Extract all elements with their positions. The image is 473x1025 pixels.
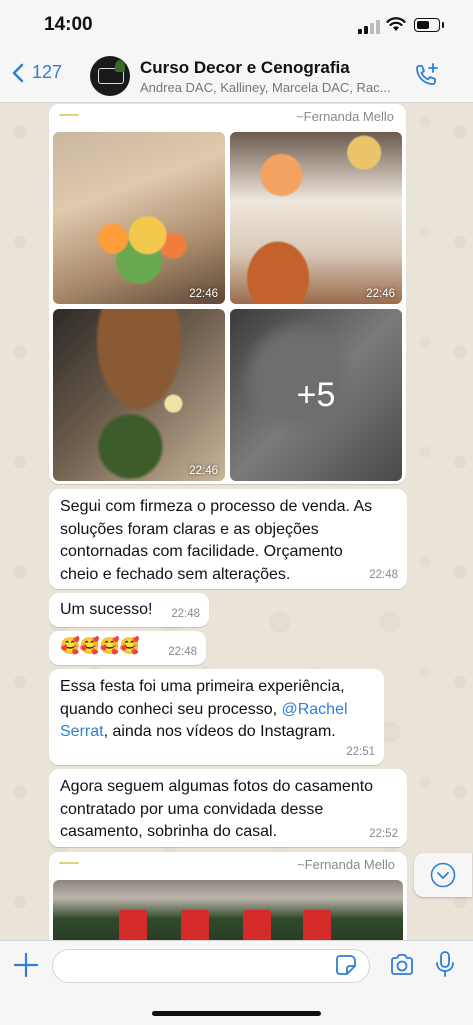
message-bubble[interactable]: 🥰🥰🥰🥰 22:48 [49, 631, 206, 665]
group-avatar[interactable] [90, 56, 130, 96]
message-text: Essa festa foi uma primeira experiência,… [60, 678, 348, 740]
battery-icon [414, 18, 444, 32]
wifi-icon [386, 17, 406, 31]
message-text: Agora seguem algumas fotos do casamento … [60, 778, 374, 840]
message-bubble[interactable]: Agora seguem algumas fotos do casamento … [49, 769, 407, 847]
home-indicator [152, 1011, 321, 1016]
sender-phone-redacted [59, 114, 79, 116]
chat-header: 127 Curso Decor e Cenografia Andrea DAC,… [0, 52, 473, 103]
photo-time: 22:46 [366, 288, 395, 300]
message-bubble[interactable]: Segui com firmeza o processo de venda. A… [49, 489, 407, 589]
message-text: Segui com firmeza o processo de venda. A… [60, 498, 373, 583]
chevron-down-icon [430, 862, 456, 888]
message-input[interactable] [52, 949, 370, 983]
message-time: 22:52 [369, 828, 398, 840]
add-call-icon[interactable] [412, 62, 440, 90]
message-time: 22:48 [168, 646, 197, 658]
status-time: 14:00 [44, 14, 93, 35]
signal-icon [358, 20, 380, 34]
chevron-left-icon [12, 63, 24, 82]
camera-icon[interactable] [389, 953, 415, 977]
more-count: +5 [296, 375, 336, 414]
scroll-down-button[interactable] [414, 853, 472, 897]
album-photo[interactable]: 22:46 [230, 132, 402, 304]
microphone-icon[interactable] [434, 950, 456, 978]
album-bubble[interactable]: ~Fernanda Mello [49, 852, 407, 952]
unread-count: 127 [32, 62, 63, 82]
message-bubble[interactable]: Um sucesso! 22:48 [49, 593, 209, 627]
mention-link[interactable]: @Rachel [281, 701, 347, 718]
input-bar [0, 940, 473, 1025]
message-bubble[interactable]: Essa festa foi uma primeira experiência,… [49, 669, 384, 765]
sender-name[interactable]: ~Fernanda Mello [296, 109, 394, 124]
album-photo[interactable] [53, 880, 403, 940]
sticker-icon[interactable] [335, 954, 357, 976]
status-bar: 14:00 [0, 0, 473, 52]
mention-link[interactable]: Serrat [60, 723, 104, 740]
message-time: 22:51 [346, 746, 375, 758]
photo-time: 22:46 [189, 465, 218, 477]
message-time: 22:48 [369, 569, 398, 581]
message-text: 🥰🥰🥰🥰 [60, 638, 140, 655]
album-photo[interactable]: 22:46 [53, 309, 225, 481]
photo-time: 22:46 [189, 288, 218, 300]
back-button[interactable]: 127 [12, 62, 62, 83]
message-time: 22:48 [171, 608, 200, 620]
album-bubble[interactable]: ~Fernanda Mello 22:46 22:46 22:46 +5 [49, 104, 406, 484]
album-more-photos[interactable]: +5 [230, 309, 402, 481]
sender-phone-redacted [59, 862, 79, 864]
sender-name[interactable]: ~Fernanda Mello [297, 857, 395, 872]
group-members[interactable]: Andrea DAC, Kalliney, Marcela DAC, Rac..… [140, 80, 402, 95]
plus-icon[interactable] [12, 951, 40, 979]
message-text: Um sucesso! [60, 601, 153, 618]
group-title[interactable]: Curso Decor e Cenografia [140, 58, 350, 78]
album-photo[interactable]: 22:46 [53, 132, 225, 304]
